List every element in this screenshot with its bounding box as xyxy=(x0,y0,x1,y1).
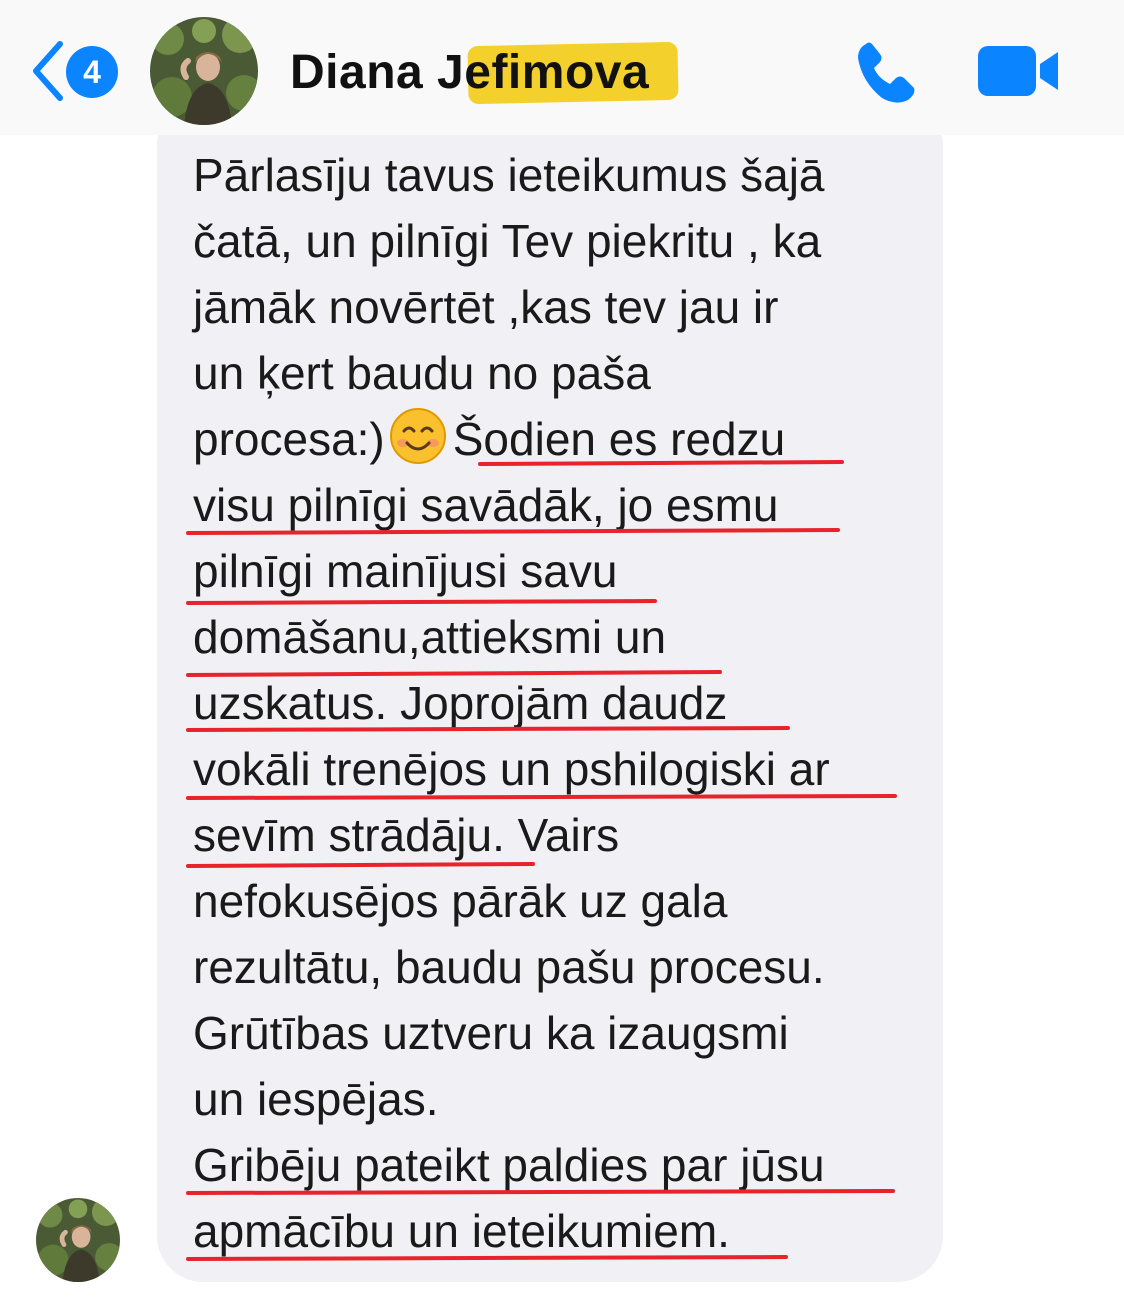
message-line: apmācību un ieteikumiem. xyxy=(193,1205,730,1257)
message-line: visu pilnīgi savādāk, jo esmu xyxy=(193,479,779,531)
message-line: čatā, un pilnīgi Tev piekritu , ka xyxy=(193,215,822,267)
message-line: sevīm strādāju. Vairs xyxy=(193,802,830,868)
message-line: vokāli trenējos un pshilogiski ar xyxy=(193,743,830,795)
message-segment: Vairs xyxy=(504,809,620,861)
message-line: uzskatus. Joprojām daudz xyxy=(193,677,728,729)
message-line: un iespējas. xyxy=(193,1073,439,1125)
unread-badge: 4 xyxy=(66,46,118,98)
message-line: un ķert baudu no paša xyxy=(193,347,651,399)
chevron-left-icon xyxy=(33,41,63,101)
video-camera-icon xyxy=(978,46,1058,96)
message-line: Pārlasīju tavus ieteikumus šajā xyxy=(193,149,825,201)
call-button[interactable] xyxy=(852,38,924,108)
phone-icon xyxy=(858,42,915,103)
video-call-button[interactable] xyxy=(976,42,1062,100)
message-line: Gribēju pateikt paldies par jūsu xyxy=(193,1139,825,1191)
smiling-face-emoji xyxy=(389,408,446,464)
message-text: Pārlasīju tavus ieteikumus šajā čatā, un… xyxy=(193,142,830,1264)
message-line: jāmāk novērtēt ,kas tev jau ir xyxy=(193,281,779,333)
sender-avatar[interactable] xyxy=(36,1198,120,1282)
message-line: pilnīgi mainījusi savu xyxy=(193,545,618,597)
contact-name: Diana Jefimova xyxy=(290,46,650,99)
chat-screen: 4 Diana Jefimova Pārlasīju tavus ieteiku… xyxy=(0,0,1124,1315)
message-segment: procesa:) xyxy=(193,413,385,465)
contact-name-area[interactable]: Diana Jefimova xyxy=(290,40,679,110)
message-line: Grūtības uztveru ka izaugsmi xyxy=(193,1007,789,1059)
message-line: domāšanu,attieksmi un xyxy=(193,611,667,663)
avatar[interactable] xyxy=(150,17,258,125)
message-segment: Šodien es redzu xyxy=(452,413,786,465)
back-button[interactable]: 4 xyxy=(22,38,126,104)
message-segment: sevīm strādāju. xyxy=(193,809,505,861)
message-line: procesa:) Šodien es redzu xyxy=(193,406,830,472)
chat-header: 4 Diana Jefimova xyxy=(0,0,1124,135)
message-line: rezultātu, baudu pašu procesu. xyxy=(193,941,825,993)
message-line: nefokusējos pārāk uz gala xyxy=(193,875,728,927)
